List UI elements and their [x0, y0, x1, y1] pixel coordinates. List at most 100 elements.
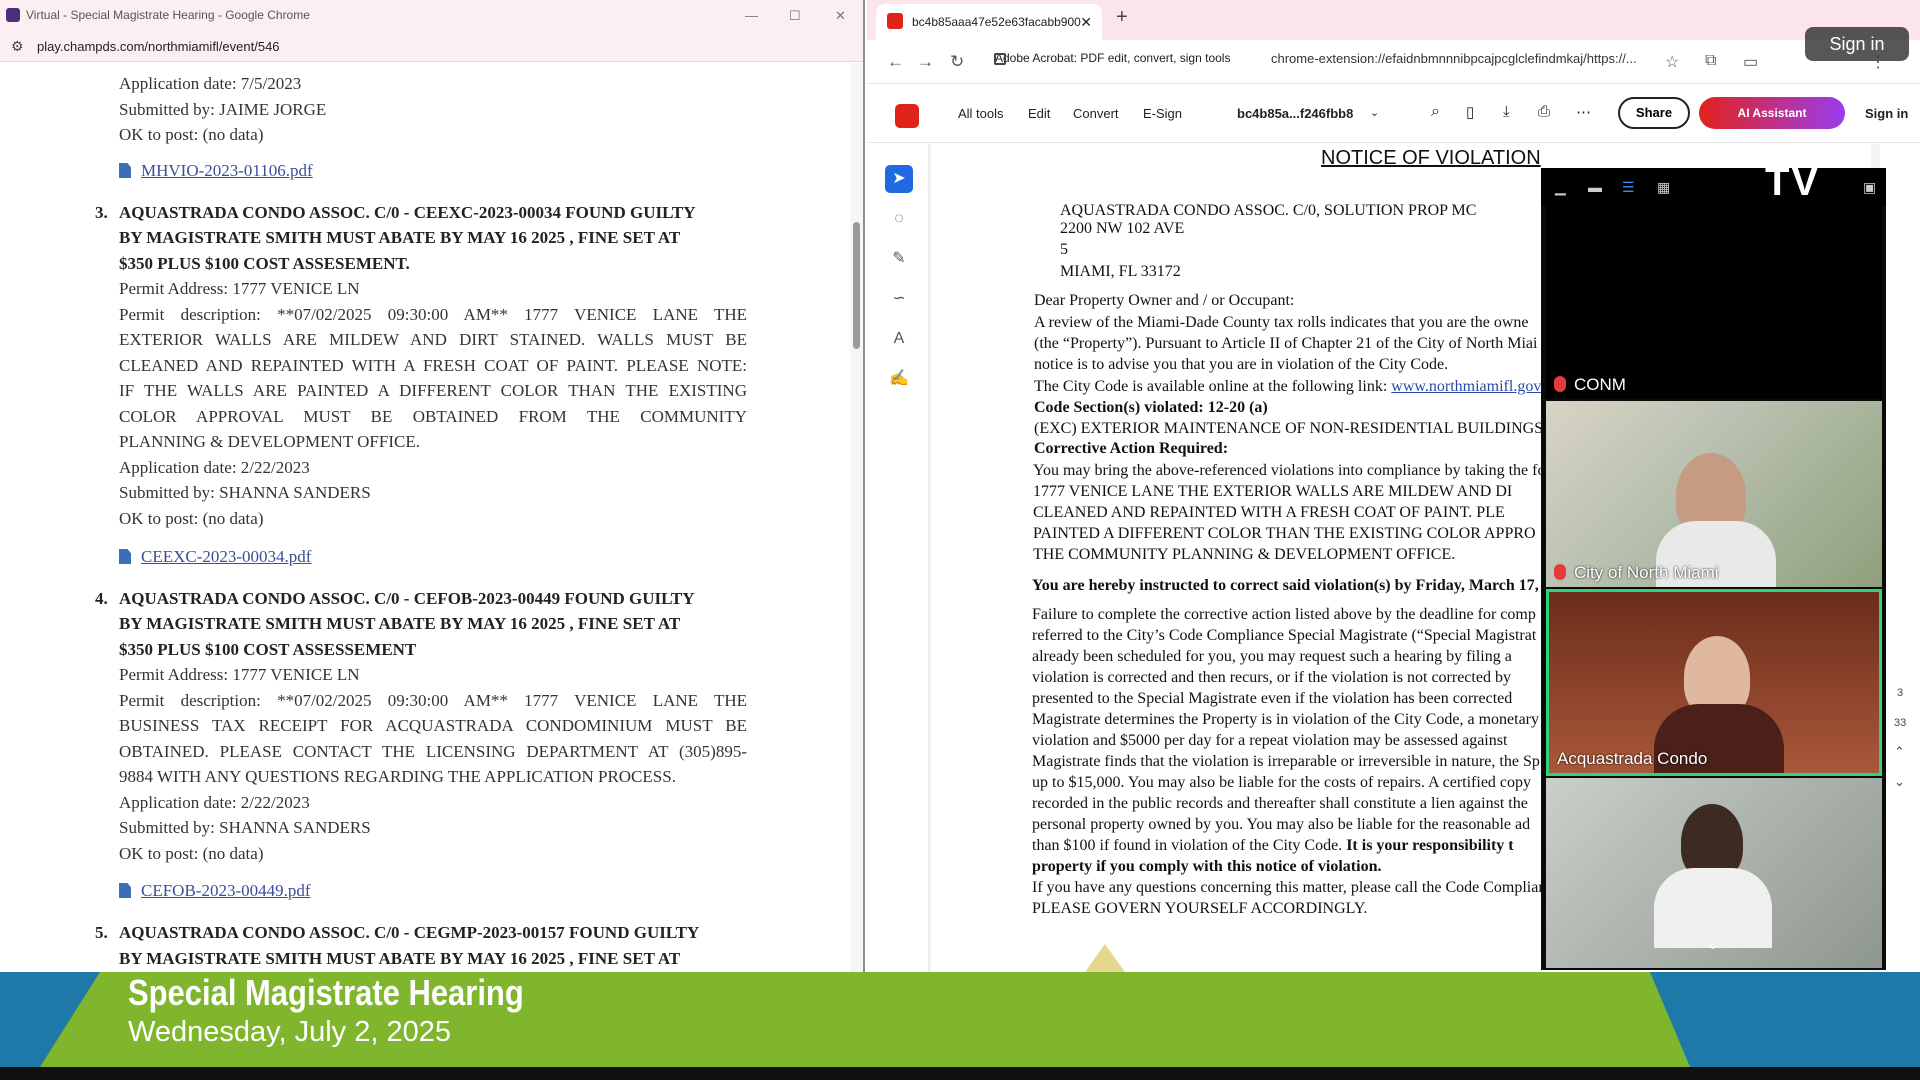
permit-description-line: IF THE WALLS ARE PAINTED A DIFFERENT COL…	[119, 381, 747, 400]
left-window-title: Virtual - Special Magistrate Hearing - G…	[26, 8, 310, 22]
permit-description-line: BUSINESS TAX RECEIPT FOR ACQUASTRADA CON…	[119, 716, 747, 735]
left-scrollbar-thumb[interactable]	[853, 222, 860, 349]
select-cursor-icon[interactable]: ➤	[885, 165, 913, 193]
share-button[interactable]: Share	[1618, 97, 1690, 129]
highlight-pen-icon[interactable]: ✎	[885, 245, 913, 273]
participant-tile[interactable]: City of North Miami	[1546, 401, 1882, 587]
back-icon[interactable]: ←	[887, 52, 904, 72]
text-box-icon[interactable]: A	[885, 325, 913, 353]
doc-instruction: You are hereby instructed to correct sai…	[1032, 577, 1539, 594]
extension-label[interactable]: Adobe Acrobat: PDF edit, convert, sign t…	[995, 51, 1230, 65]
participant-tile[interactable]: CONM	[1546, 206, 1882, 399]
site-info-icon[interactable]: ⚙	[11, 31, 24, 62]
menu-all-tools[interactable]: All tools	[958, 106, 1004, 121]
banner-date: Wednesday, July 2, 2025	[128, 1016, 451, 1048]
doc-code-section: Code Section(s) violated: 12-20 (a)	[1034, 399, 1268, 416]
comment-icon[interactable]: ◌	[885, 205, 913, 233]
more-icon[interactable]: ⋯	[1576, 103, 1591, 121]
doc-corrective-heading: Corrective Action Required:	[1034, 440, 1229, 457]
permit-description-line: CLEANED AND REPAINTED WITH A FRESH COAT …	[119, 356, 747, 375]
download-icon[interactable]: ⤓	[1503, 103, 1510, 120]
acrobat-sign-in[interactable]: Sign in	[1865, 106, 1908, 121]
sign-icon[interactable]: ✍	[885, 365, 913, 393]
participant-tile[interactable]: ⌄	[1546, 778, 1882, 968]
close-tab-icon[interactable]: ✕	[1080, 6, 1092, 38]
permit-description-line: Permit description: **07/02/2025 09:30:0…	[119, 305, 747, 324]
doc-corrective-line: PAINTED A DIFFERENT COLOR THAN THE EXIST…	[1033, 525, 1536, 542]
right-side-rail: 3 33 ⌃ ⌄	[1880, 144, 1920, 972]
bookmark-star-icon[interactable]: ☆	[1665, 52, 1679, 72]
ok-to-post: OK to post: (no data)	[119, 844, 264, 863]
menu-convert[interactable]: Convert	[1073, 106, 1119, 121]
doc-questions: If you have any questions concerning thi…	[1032, 879, 1547, 896]
item-heading-line: AQUASTRADA CONDO ASSOC. C/0 - CEFOB-2023…	[119, 589, 695, 608]
acrobat-logo-icon	[895, 104, 919, 128]
page-down-icon[interactable]: ⌄	[1894, 774, 1905, 790]
participant-name: CONM	[1554, 375, 1626, 395]
ok-to-post: OK to post: (no data)	[119, 509, 264, 528]
tab-pdf[interactable]: bc4b85aaa47e52e63facabb900 ✕	[876, 4, 1102, 40]
permit-address: Permit Address: 1777 VENICE LN	[119, 279, 360, 298]
pages-icon[interactable]: ▯	[1466, 103, 1474, 121]
item-number: 4.	[95, 589, 108, 608]
doc-intro-line: notice is to advise you that you are in …	[1034, 356, 1449, 373]
file-name[interactable]: bc4b85a...f246fbb8	[1237, 106, 1353, 121]
item-heading-line: $350 PLUS $100 COST ASSESSEMENT	[119, 640, 417, 659]
file-icon	[119, 883, 131, 898]
draw-icon[interactable]: ∽	[885, 285, 913, 313]
new-tab-button[interactable]: +	[1116, 6, 1128, 29]
maximize-button[interactable]: ☐	[789, 0, 801, 31]
cast-icon[interactable]: ▭	[1743, 52, 1758, 72]
right-url[interactable]: chrome-extension://efaidnbmnnnibpcajpcgl…	[1271, 51, 1637, 66]
chevron-down-icon[interactable]: ⌄	[1370, 106, 1379, 119]
participant-tile-active[interactable]: Acquastrada Condo	[1546, 589, 1882, 776]
doc-address-line: 2200 NW 102 AVE	[1060, 220, 1185, 237]
left-title-bar: Virtual - Special Magistrate Hearing - G…	[0, 0, 863, 31]
sign-in-overlay[interactable]: Sign in	[1805, 27, 1909, 61]
speaker-view-icon[interactable]: ▬	[1588, 179, 1602, 195]
minimize-button[interactable]: —	[745, 0, 758, 31]
page-up-icon[interactable]: ⌃	[1894, 744, 1905, 760]
exit-fullscreen-icon[interactable]: ▣	[1863, 179, 1876, 196]
doc-intro-line: (the “Property”). Pursuant to Article II…	[1034, 335, 1538, 352]
menu-esign[interactable]: E-Sign	[1143, 106, 1182, 121]
forward-icon[interactable]: →	[917, 52, 934, 72]
left-address-bar[interactable]: ⚙ play.champds.com/northmiamifl/event/54…	[0, 31, 863, 62]
code-link[interactable]: www.northmiamifl.gov/	[1391, 378, 1546, 395]
acrobat-ext-icon	[994, 53, 1006, 65]
application-date: Application date: 2/22/2023	[119, 458, 310, 477]
doc-exc-line: (EXC) EXTERIOR MAINTENANCE OF NON-RESIDE…	[1034, 420, 1544, 437]
ai-assistant-button[interactable]: AI Assistant	[1699, 97, 1845, 129]
extensions-icon[interactable]: ⧉	[1705, 52, 1716, 70]
page-total: 33	[1894, 717, 1907, 729]
pdf-link[interactable]: MHVIO-2023-01106.pdf	[119, 158, 313, 184]
gallery-view-icon[interactable]: ▦	[1657, 179, 1670, 196]
muted-mic-icon	[1554, 376, 1566, 392]
strip-view-icon[interactable]: ☰	[1622, 179, 1635, 196]
doc-failure-line: up to $15,000. You may also be liable fo…	[1032, 774, 1532, 791]
minimize-video-icon[interactable]: ▁	[1555, 179, 1566, 196]
reload-icon[interactable]: ↻	[950, 52, 964, 72]
video-toolbar: ▁ ▬ ☰ ▦ ▣	[1541, 168, 1886, 206]
left-url[interactable]: play.champds.com/northmiamifl/event/546	[37, 31, 280, 62]
close-window-button[interactable]: ✕	[835, 0, 846, 31]
tab-title: bc4b85aaa47e52e63facabb900	[912, 15, 1081, 29]
search-icon[interactable]: ⌕	[1431, 103, 1440, 121]
left-scrollbar[interactable]	[850, 63, 863, 972]
item-heading-line: AQUASTRADA CONDO ASSOC. C/0 - CEEXC-2023…	[119, 203, 696, 222]
print-icon[interactable]: ⎙	[1538, 103, 1550, 120]
item-number: 5.	[95, 923, 108, 942]
pdf-link[interactable]: CEEXC-2023-00034.pdf	[119, 544, 311, 570]
chevron-down-icon[interactable]: ⌄	[1706, 934, 1719, 954]
doc-failure-line: violation and $5000 per day for a repeat…	[1032, 732, 1508, 749]
doc-address-line: 5	[1060, 241, 1068, 258]
permit-address: Permit Address: 1777 VENICE LN	[119, 665, 360, 684]
doc-corrective-line: 1777 VENICE LANE THE EXTERIOR WALLS ARE …	[1033, 483, 1513, 500]
doc-failure-line: Failure to complete the corrective actio…	[1032, 606, 1536, 623]
menu-edit[interactable]: Edit	[1028, 106, 1050, 121]
permit-description-line: COLOR APPROVAL MUST BE OBTAINED FROM THE…	[119, 407, 747, 426]
tab-strip: bc4b85aaa47e52e63facabb900 ✕ +	[867, 0, 1920, 40]
item-heading-line: BY MAGISTRATE SMITH MUST ABATE BY MAY 16…	[119, 614, 681, 633]
pdf-link[interactable]: CEFOB-2023-00449.pdf	[119, 878, 311, 904]
page-number: 3	[1897, 687, 1904, 699]
